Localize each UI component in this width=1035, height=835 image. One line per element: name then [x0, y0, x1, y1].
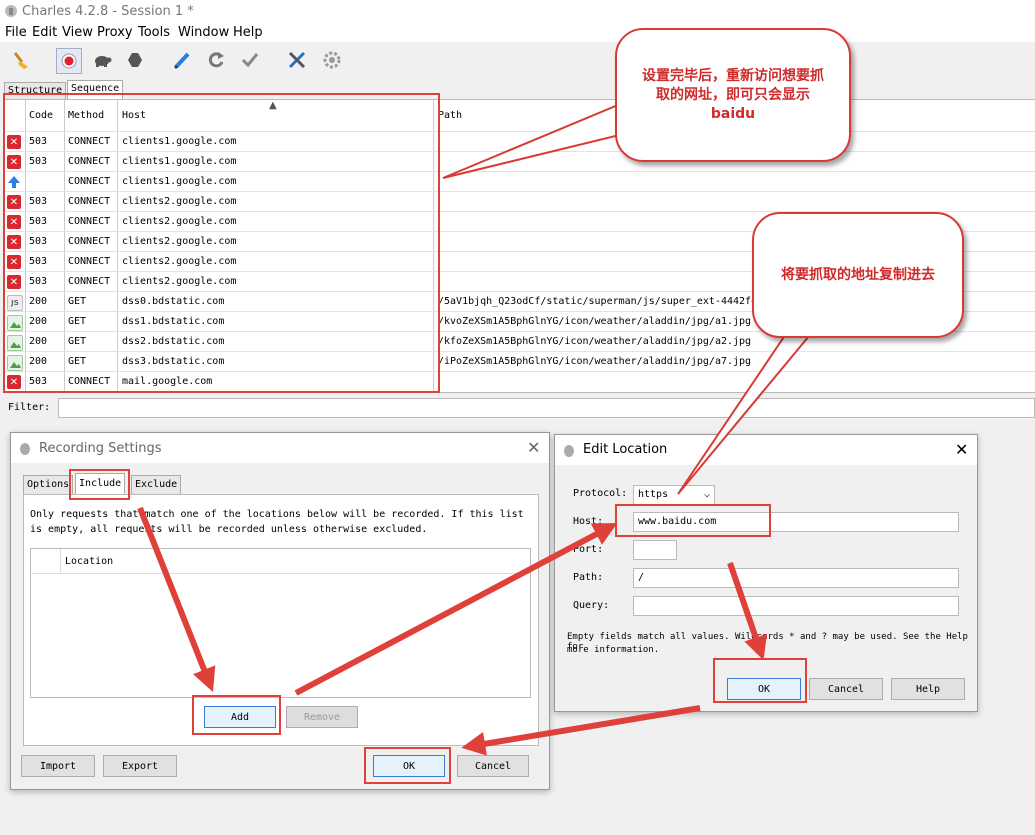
callout-line3: baidu: [710, 105, 756, 122]
callout-line1: 设置完毕后，重新访问想要抓: [642, 67, 824, 84]
arrow-to-host-field: [294, 522, 618, 696]
bubble2-pointer: [677, 314, 816, 495]
arrow-to-edit-ok: [727, 562, 768, 661]
callout-line2: 取的网址，即可只会显示: [656, 86, 810, 103]
callout-text: 将要抓取的地址复制进去: [781, 266, 935, 283]
bubble1-pointer: [442, 98, 642, 179]
callout-bubble-retry: 设置完毕后，重新访问想要抓 取的网址，即可只会显示 baidu: [615, 28, 851, 162]
arrow-to-add-button: [137, 506, 216, 693]
callout-bubble-copy-address: 将要抓取的地址复制进去: [752, 212, 964, 338]
arrow-to-dialog-ok: [461, 705, 701, 756]
annotation-arrows: [137, 98, 816, 756]
